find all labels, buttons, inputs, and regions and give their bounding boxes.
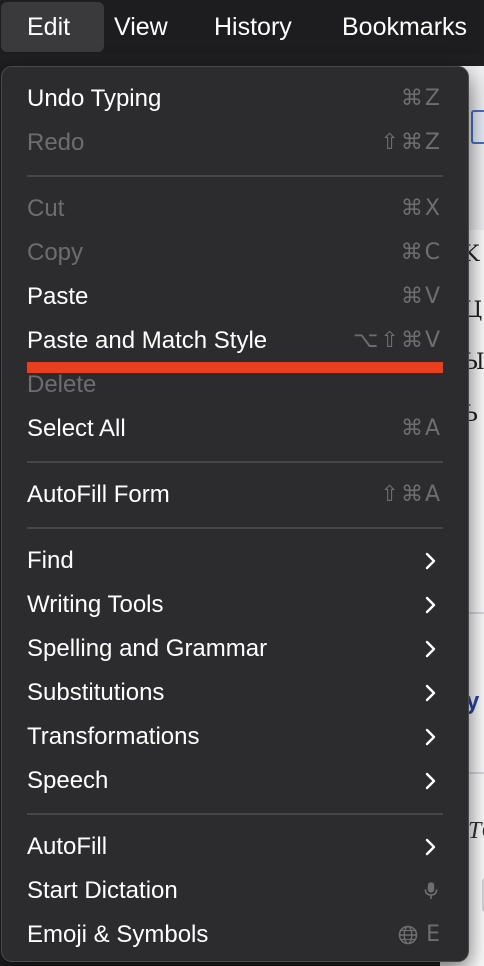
shortcut-label: ⌘X bbox=[400, 196, 442, 221]
menu-item-redo: Redo ⇧⌘Z bbox=[2, 121, 468, 165]
shortcut-label: ⌘Z bbox=[400, 86, 442, 111]
menu-separator bbox=[27, 813, 443, 815]
menu-item-label: Cut bbox=[27, 195, 65, 222]
menu-item-transformations[interactable]: Transformations bbox=[2, 715, 468, 759]
shortcut-label: ⇧⌘Z bbox=[380, 130, 442, 155]
menu-item-cut: Cut ⌘X bbox=[2, 187, 468, 231]
menu-item-label: Redo bbox=[27, 129, 85, 156]
menu-item-autofill-form[interactable]: AutoFill Form ⇧⌘A bbox=[2, 473, 468, 517]
chevron-right-icon bbox=[425, 772, 436, 790]
globe-icon bbox=[398, 925, 418, 945]
menu-item-select-all[interactable]: Select All ⌘A bbox=[2, 407, 468, 451]
menu-item-label: Start Dictation bbox=[27, 877, 178, 904]
menu-item-label: Spelling and Grammar bbox=[27, 635, 268, 662]
menu-item-find[interactable]: Find bbox=[2, 539, 468, 583]
shortcut-label: ⌘A bbox=[400, 416, 442, 441]
menu-item-label: Paste and Match Style bbox=[27, 327, 268, 354]
menu-item-emoji-and-symbols[interactable]: Emoji & Symbols E bbox=[2, 913, 468, 957]
menu-separator bbox=[27, 175, 443, 177]
menu-item-substitutions[interactable]: Substitutions bbox=[2, 671, 468, 715]
menu-item-label: AutoFill Form bbox=[27, 481, 170, 508]
shortcut-label: ⌥⇧⌘V bbox=[353, 328, 442, 353]
menubar-bookmarks[interactable]: Bookmarks bbox=[342, 2, 467, 52]
chevron-right-icon bbox=[425, 640, 436, 658]
menu-item-speech[interactable]: Speech bbox=[2, 759, 468, 803]
menu-item-label: Emoji & Symbols bbox=[27, 921, 209, 948]
menubar-edit-label: Edit bbox=[27, 13, 71, 41]
menu-separator bbox=[27, 527, 443, 529]
shortcut-label: ⌘C bbox=[400, 240, 442, 265]
menu-item-label: Find bbox=[27, 547, 74, 574]
menu-item-paste-and-match-style[interactable]: Paste and Match Style ⌥⇧⌘V bbox=[2, 319, 468, 363]
menu-item-label: Writing Tools bbox=[27, 591, 164, 618]
annotation-underline bbox=[27, 362, 443, 373]
chevron-right-icon bbox=[425, 684, 436, 702]
chevron-right-icon bbox=[425, 728, 436, 746]
chevron-right-icon bbox=[425, 838, 436, 856]
menu-item-start-dictation[interactable]: Start Dictation bbox=[2, 869, 468, 913]
menu-item-label: Speech bbox=[27, 767, 109, 794]
menu-item-label: AutoFill bbox=[27, 833, 108, 860]
menubar-history[interactable]: History bbox=[214, 2, 292, 52]
menu-bar: Edit View History Bookmarks bbox=[0, 0, 484, 54]
menu-item-undo-typing[interactable]: Undo Typing ⌘Z bbox=[2, 77, 468, 121]
menubar-edit[interactable]: Edit bbox=[1, 2, 104, 52]
menu-item-spelling-and-grammar[interactable]: Spelling and Grammar bbox=[2, 627, 468, 671]
microphone-icon bbox=[424, 882, 438, 899]
menu-item-label: Transformations bbox=[27, 723, 200, 750]
menu-item-label: Select All bbox=[27, 415, 126, 442]
menu-item-copy: Copy ⌘C bbox=[2, 231, 468, 275]
menu-separator bbox=[27, 461, 443, 463]
shortcut-label: E bbox=[426, 922, 442, 947]
menu-item-writing-tools[interactable]: Writing Tools bbox=[2, 583, 468, 627]
menu-item-label: Substitutions bbox=[27, 679, 165, 706]
edit-menu: Undo Typing ⌘Z Redo ⇧⌘Z Cut ⌘X Copy ⌘C P… bbox=[1, 66, 469, 962]
shortcut-label: ⌘V bbox=[400, 284, 442, 309]
menu-item-label: Undo Typing bbox=[27, 85, 162, 112]
chevron-right-icon bbox=[425, 596, 436, 614]
menu-item-label: Paste bbox=[27, 283, 89, 310]
chevron-right-icon bbox=[425, 552, 436, 570]
menu-item-label: Copy bbox=[27, 239, 84, 266]
menu-item-autofill[interactable]: AutoFill bbox=[2, 825, 468, 869]
menu-item-paste[interactable]: Paste ⌘V bbox=[2, 275, 468, 319]
background-italic-text: TC bbox=[468, 818, 484, 844]
menubar-view[interactable]: View bbox=[114, 2, 168, 52]
shortcut-label: ⇧⌘A bbox=[380, 482, 442, 507]
background-sidebar-icon bbox=[471, 110, 484, 144]
